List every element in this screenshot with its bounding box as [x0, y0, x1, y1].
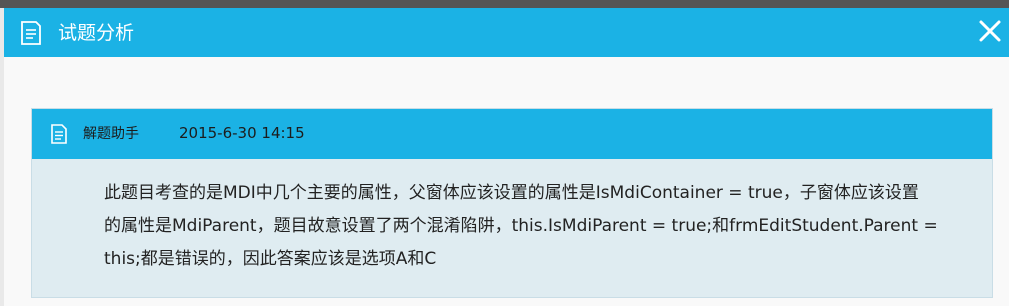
analysis-panel: 解题助手 2015-6-30 14:15 此题目考查的是MDI中几个主要的属性，…	[31, 108, 993, 298]
analysis-panel-header: 解题助手 2015-6-30 14:15	[32, 109, 992, 159]
analysis-body: 此题目考查的是MDI中几个主要的属性，父窗体应该设置的属性是IsMdiConta…	[104, 177, 964, 276]
analysis-dialog: 试题分析 解题助手 2015-6-30 14:15 此题目考查的是MDI中几个主…	[0, 0, 1009, 306]
close-icon[interactable]	[975, 16, 1005, 46]
dialog-title-bar: 试题分析	[4, 8, 1009, 57]
top-strip	[0, 0, 1009, 8]
document-icon	[21, 21, 41, 45]
analysis-line: 的属性是MdiParent，题目故意设置了两个混淆陷阱，this.IsMdiPa…	[104, 216, 938, 236]
analysis-author: 解题助手	[83, 126, 139, 142]
document-icon	[51, 124, 67, 144]
analysis-line: this;都是错误的，因此答案应该是选项A和C	[104, 249, 437, 269]
dialog-title: 试题分析	[58, 22, 135, 44]
analysis-timestamp: 2015-6-30 14:15	[179, 124, 305, 142]
analysis-line: 此题目考查的是MDI中几个主要的属性，父窗体应该设置的属性是IsMdiConta…	[104, 183, 919, 203]
